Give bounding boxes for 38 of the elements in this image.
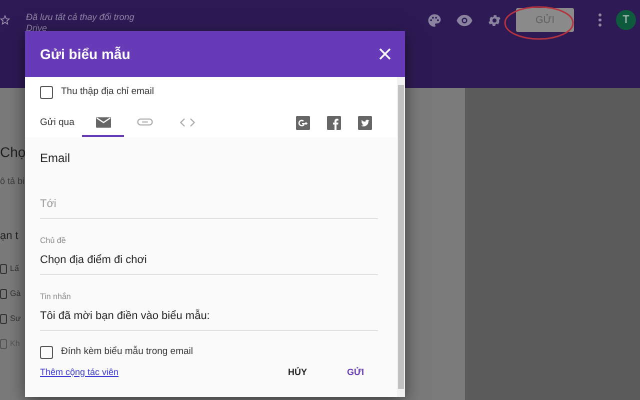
checkbox[interactable]	[40, 86, 53, 99]
star-icon[interactable]	[0, 14, 10, 26]
question-title: ạn t	[0, 229, 18, 244]
twitter-icon[interactable]	[358, 116, 372, 130]
checkbox[interactable]	[0, 314, 7, 324]
send-via-label: Gửi qua	[40, 116, 74, 130]
cancel-button[interactable]: HỦY	[288, 364, 308, 381]
checkbox[interactable]	[40, 346, 53, 359]
checkbox[interactable]	[0, 289, 7, 299]
facebook-icon[interactable]	[327, 116, 341, 130]
save-status: Đã lưu tất cả thay đổi trong Drive	[26, 12, 136, 34]
text-field[interactable]: Tôi đã mời bạn điền vào biểu mẫu:	[40, 308, 378, 325]
send-button[interactable]: GỬI	[347, 364, 364, 381]
add-collaborators-link[interactable]: Thêm cộng tác viên	[40, 366, 119, 379]
text-field[interactable]: Chọn địa điểm đi chơi	[40, 252, 378, 269]
palette-icon[interactable]	[427, 12, 442, 28]
option-label: Lấ	[10, 263, 19, 275]
checkbox-label: Thu thập địa chỉ email	[61, 85, 154, 99]
close-icon[interactable]	[379, 48, 391, 60]
more-icon[interactable]	[598, 13, 602, 27]
checkbox[interactable]	[0, 339, 7, 349]
field-label: Tin nhắn	[40, 291, 72, 304]
checkbox[interactable]	[0, 264, 7, 274]
highlight-ellipse	[503, 5, 575, 41]
form-title: Chọ	[0, 143, 26, 162]
option-label: Gà	[10, 288, 21, 300]
section-title: Email	[40, 150, 72, 168]
settings-icon[interactable]	[487, 12, 502, 28]
field-label: Chủ đề	[40, 235, 67, 248]
google-plus-icon[interactable]	[296, 116, 310, 130]
text-field[interactable]: Tới	[40, 196, 378, 213]
scrollbar[interactable]	[397, 77, 405, 397]
eye-icon[interactable]	[456, 14, 473, 26]
avatar[interactable]: T	[616, 10, 636, 30]
checkbox-label: Đính kèm biểu mẫu trong email	[61, 345, 194, 360]
option-label: Sư	[10, 313, 21, 325]
dialog-title: Gửi biểu mẫu	[40, 44, 130, 64]
form-description: ô tả bi	[0, 175, 25, 188]
